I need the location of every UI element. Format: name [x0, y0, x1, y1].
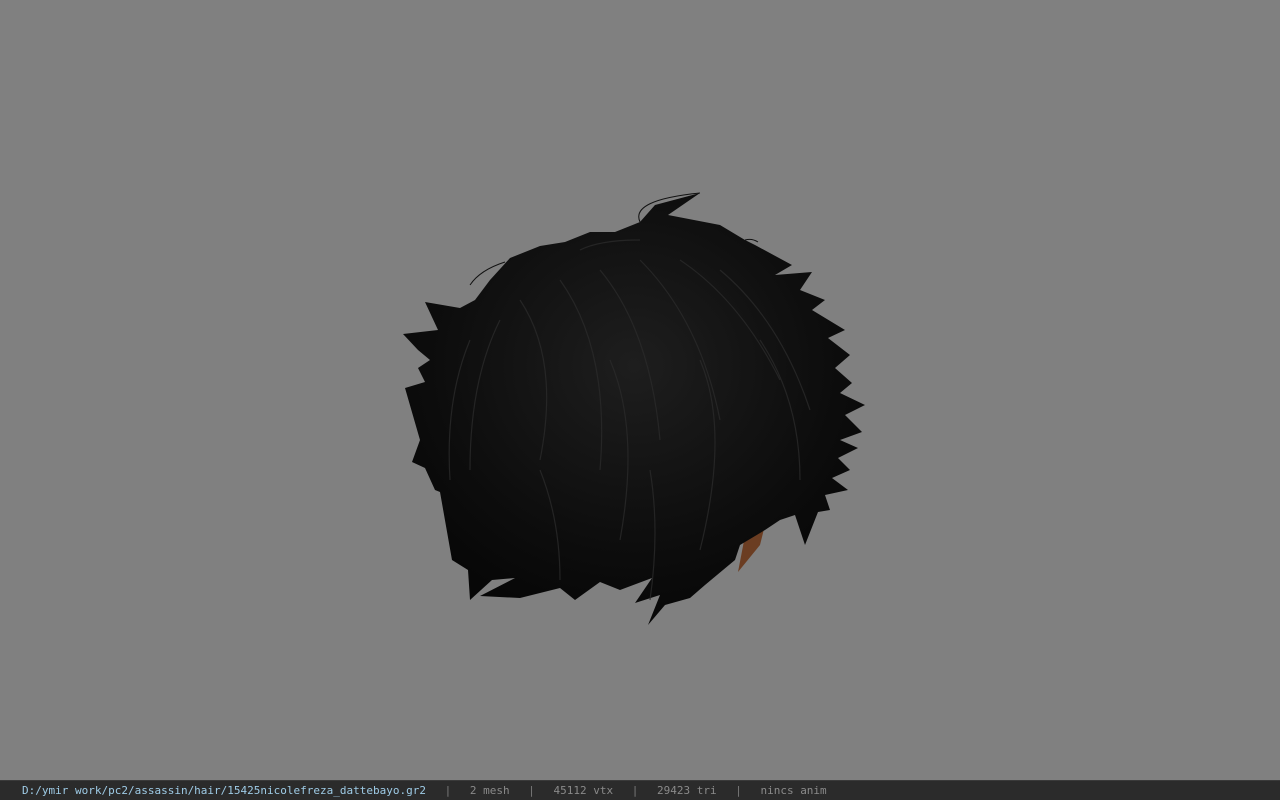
hair-mass [403, 193, 865, 625]
3d-viewport[interactable] [0, 0, 1280, 780]
mesh-count: 2 mesh [469, 784, 510, 797]
vertex-count: 45112 vtx [553, 784, 614, 797]
separator: | [735, 784, 742, 797]
triangle-count: 29423 tri [656, 784, 717, 797]
separator: | [631, 784, 639, 797]
separator: | [528, 784, 535, 797]
status-bar: D:/ymir work/pc2/assassin/hair/15425nico… [0, 780, 1280, 800]
separator: | [444, 784, 452, 797]
hair-model-render [403, 192, 865, 625]
file-path: D:/ymir work/pc2/assassin/hair/15425nico… [22, 784, 426, 797]
animation-status: nincs anim [760, 784, 827, 797]
